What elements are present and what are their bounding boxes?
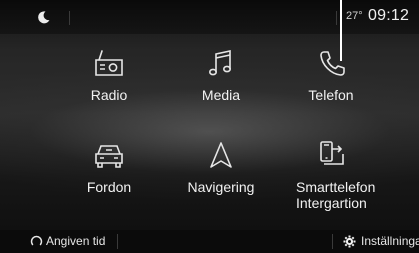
app-label-line1: Smarttelefon [296, 179, 376, 195]
app-label: Telefon [308, 87, 354, 103]
radio-icon [95, 50, 123, 76]
app-tile-smarttelefon[interactable]: Smarttelefon Intergartion [276, 140, 386, 211]
app-tile-telefon[interactable]: Telefon [276, 48, 386, 103]
app-label-line2: Intergartion [296, 195, 367, 211]
app-tile-radio[interactable]: Radio [54, 48, 164, 103]
outside-temperature: 27° [346, 10, 363, 22]
app-label: Fordon [86, 179, 132, 195]
phone-icon [320, 51, 345, 76]
angiven-tid-label: Angiven tid [46, 234, 106, 248]
home-screen: 27° 09:12 Radio Media Telefon Fordon Nav… [0, 0, 419, 253]
smartphone-replication-icon [320, 141, 344, 165]
bottom-divider [332, 234, 333, 249]
app-label: Radio [90, 87, 128, 103]
app-label: Media [201, 87, 241, 103]
music-note-icon [209, 50, 231, 76]
moon-icon[interactable] [36, 9, 52, 25]
status-divider [69, 11, 70, 25]
gear-icon [343, 235, 356, 247]
app-label: Navigering [187, 179, 255, 195]
annotation-pointer-line [340, 0, 342, 61]
angiven-tid-button[interactable]: Angiven tid [30, 234, 105, 248]
status-bar: 27° 09:12 [0, 0, 419, 34]
timer-icon [30, 235, 43, 245]
navigation-arrow-icon [210, 142, 232, 168]
status-divider [336, 11, 337, 25]
car-icon [95, 145, 123, 168]
clock: 09:12 [368, 7, 410, 24]
installningar-label: Inställningar [361, 234, 419, 248]
bottom-bar: Angiven tid Inställningar [0, 230, 419, 253]
app-tile-navigering[interactable]: Navigering [166, 140, 276, 195]
app-tile-fordon[interactable]: Fordon [54, 140, 164, 195]
bottom-divider [117, 234, 118, 249]
installningar-button[interactable]: Inställningar [343, 234, 419, 248]
app-tile-media[interactable]: Media [166, 48, 276, 103]
